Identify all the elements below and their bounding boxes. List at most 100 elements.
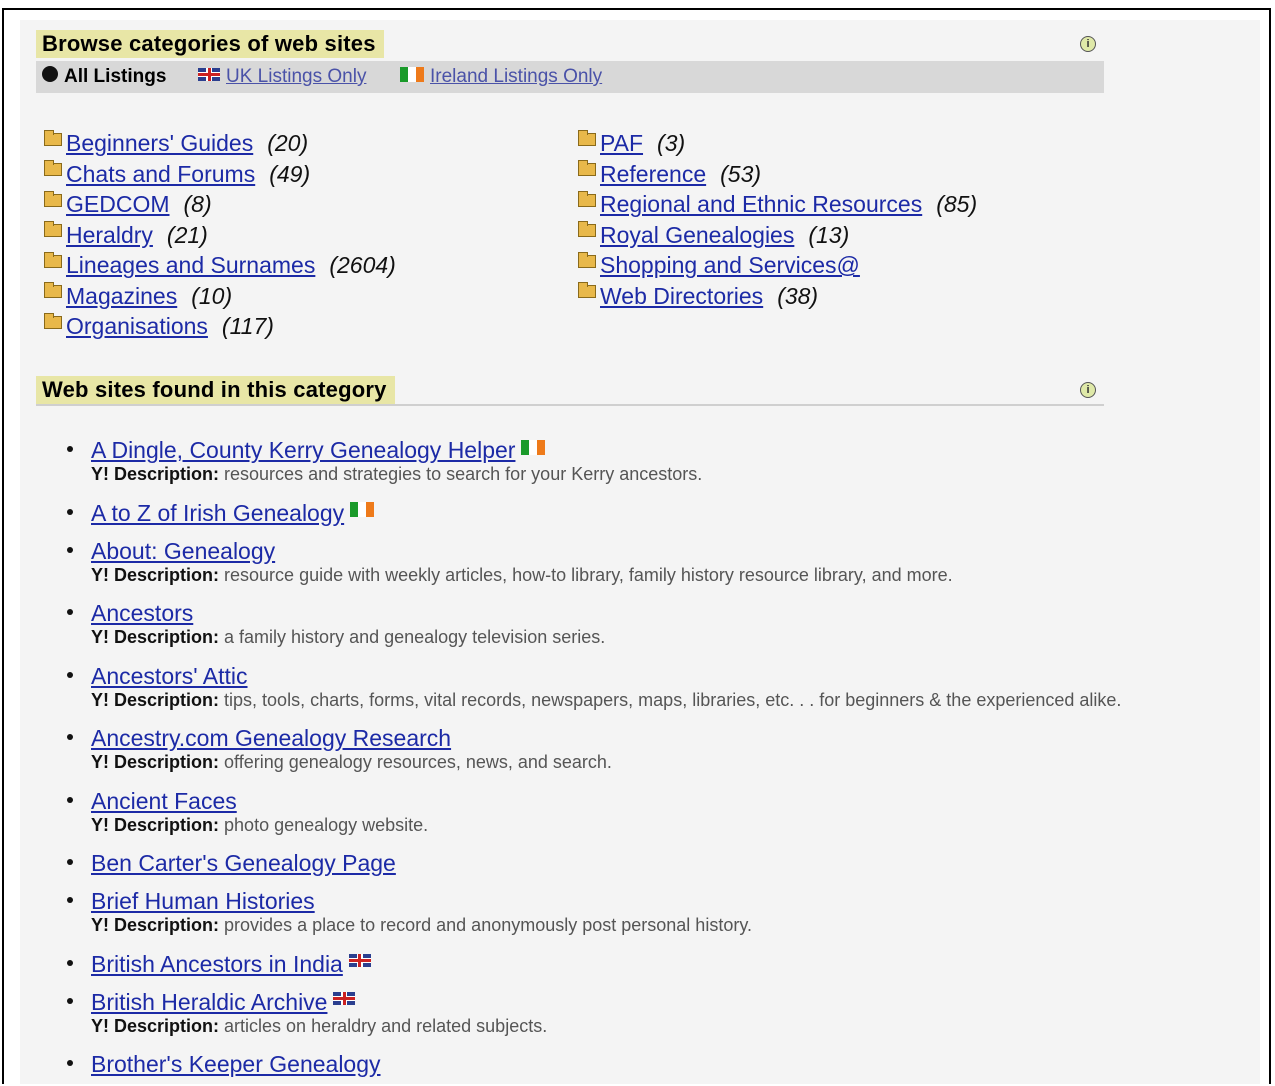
info-icon[interactable]: i <box>1080 382 1096 398</box>
listing-filter-bar: All Listings UK Listings Only Ireland Li… <box>36 61 1104 93</box>
filter-ireland-listings[interactable]: Ireland Listings Only <box>400 61 602 93</box>
folder-icon <box>578 129 596 146</box>
site-list-item: Ancestry.com Genealogy Research Y! Descri… <box>64 722 1264 785</box>
site-description: Y! Description: photo genealogy website. <box>91 813 1264 843</box>
category-link[interactable]: GEDCOM <box>66 189 170 219</box>
folder-icon <box>578 221 596 238</box>
category-count: (38) <box>777 282 819 309</box>
site-title-row: Ben Carter's Genealogy Page <box>91 847 1264 879</box>
site-list-item: British Ancestors in India <box>64 948 1264 986</box>
bullet <box>67 997 73 1004</box>
site-list-item: British Heraldic Archive Y! Description: … <box>64 986 1264 1049</box>
category-link[interactable]: Royal Genealogies <box>600 220 794 250</box>
description-text: articles on heraldry and related subject… <box>224 1015 548 1036</box>
category-link[interactable]: Web Directories <box>600 281 763 311</box>
category-link[interactable]: Organisations <box>66 311 208 341</box>
category-link[interactable]: Heraldry <box>66 220 153 250</box>
site-list-item: Brother's Keeper Genealogy <box>64 1048 1264 1086</box>
site-link[interactable]: A to Z of Irish Genealogy <box>91 497 344 529</box>
bullet <box>67 897 73 903</box>
globe-icon <box>42 66 58 82</box>
bullet <box>67 796 73 803</box>
folder-icon <box>578 251 596 268</box>
sites-section-header: Web sites found in this category i <box>36 376 1104 406</box>
category-item: Web Directories (38) <box>578 281 977 312</box>
folder-icon <box>578 160 596 177</box>
site-description: Y! Description: articles on heraldry and… <box>91 1014 1264 1044</box>
category-item: Reference (53) <box>578 159 977 190</box>
folder-icon <box>44 190 62 207</box>
uk-flag-icon <box>198 67 220 81</box>
description-label: Y! Description: <box>91 689 220 710</box>
bullet <box>67 446 73 452</box>
site-description: Y! Description: resources and strategies… <box>91 462 1264 492</box>
ireland-flag-icon <box>350 502 375 517</box>
category-link[interactable]: Shopping and Services@ <box>600 250 860 280</box>
description-text: resources and strategies to search for y… <box>224 464 703 484</box>
bullet <box>67 959 73 966</box>
description-text: provides a place to record and anonymous… <box>224 915 752 935</box>
site-description: Y! Description: tips, tools, charts, for… <box>91 688 1264 718</box>
browse-section-header: Browse categories of web sites i <box>36 30 1104 60</box>
site-description: Y! Description: provides a place to reco… <box>91 913 1264 943</box>
site-link[interactable]: British Ancestors in India <box>91 948 343 980</box>
folder-icon <box>44 282 62 299</box>
category-item: Magazines (10) <box>44 281 396 312</box>
filter-all-listings: All Listings <box>42 61 166 93</box>
browse-section-title: Browse categories of web sites <box>36 30 384 58</box>
site-description: Y! Description: resource guide with week… <box>91 563 1264 593</box>
category-count: (21) <box>166 221 208 248</box>
bullet <box>67 671 73 678</box>
category-item: Lineages and Surnames (2604) <box>44 250 396 281</box>
category-link[interactable]: PAF <box>600 128 643 158</box>
site-list-item: Ben Carter's Genealogy Page <box>64 847 1264 885</box>
info-icon[interactable]: i <box>1080 36 1096 52</box>
description-label: Y! Description: <box>91 814 220 835</box>
category-count: (3) <box>657 130 686 157</box>
description-label: Y! Description: <box>91 464 220 484</box>
ireland-flag-icon <box>521 439 546 455</box>
site-list-item: A Dingle, County Kerry Genealogy Helper Y… <box>64 434 1264 497</box>
description-label: Y! Description: <box>91 752 220 772</box>
category-link[interactable]: Chats and Forums <box>66 159 255 189</box>
folder-icon <box>578 190 596 207</box>
category-link[interactable]: Reference <box>600 159 706 189</box>
description-text: resource guide with weekly articles, how… <box>224 564 953 585</box>
category-item: Beginners' Guides (20) <box>44 128 396 159</box>
filter-uk-listings[interactable]: UK Listings Only <box>198 61 366 93</box>
bullet <box>67 508 73 515</box>
site-list-item: Ancestors Y! Description: a family histor… <box>64 597 1264 660</box>
category-link[interactable]: Beginners' Guides <box>66 128 253 158</box>
category-item: GEDCOM (8) <box>44 189 396 220</box>
description-label: Y! Description: <box>91 1015 220 1036</box>
category-item: Royal Genealogies (13) <box>578 220 977 251</box>
description-text: tips, tools, charts, forms, vital record… <box>224 689 1122 710</box>
category-item: PAF (3) <box>578 128 977 159</box>
folder-icon <box>44 312 62 329</box>
category-link[interactable]: Regional and Ethnic Resources <box>600 189 922 219</box>
category-count: (53) <box>720 160 762 187</box>
folder-icon <box>44 251 62 268</box>
category-item: Heraldry (21) <box>44 220 396 251</box>
site-list-item: About: Genealogy Y! Description: resource… <box>64 535 1264 598</box>
folder-icon <box>44 221 62 238</box>
category-item: Regional and Ethnic Resources (85) <box>578 189 977 220</box>
category-link[interactable]: Magazines <box>66 281 177 311</box>
site-list: A Dingle, County Kerry Genealogy Helper Y… <box>64 434 1264 1086</box>
site-link[interactable]: Ben Carter's Genealogy Page <box>91 847 396 879</box>
category-list-right: PAF (3) Reference (53) Regional and Ethnic R… <box>578 128 977 311</box>
site-list-item: Ancestors' Attic Y! Description: tips, to… <box>64 660 1264 723</box>
description-label: Y! Description: <box>91 915 220 935</box>
description-label: Y! Description: <box>91 564 220 585</box>
site-description: Y! Description: offering genealogy resou… <box>91 750 1264 780</box>
uk-flag-icon <box>348 954 371 967</box>
category-count: (117) <box>221 313 274 340</box>
section-divider <box>36 404 1104 406</box>
category-link[interactable]: Lineages and Surnames <box>66 250 315 280</box>
description-text: offering genealogy resources, news, and … <box>224 752 612 772</box>
folder-icon <box>578 282 596 299</box>
site-link[interactable]: Brother's Keeper Genealogy <box>91 1048 381 1080</box>
description-label: Y! Description: <box>91 627 220 647</box>
category-count: (49) <box>269 160 311 187</box>
site-title-row: British Ancestors in India <box>91 948 1264 980</box>
